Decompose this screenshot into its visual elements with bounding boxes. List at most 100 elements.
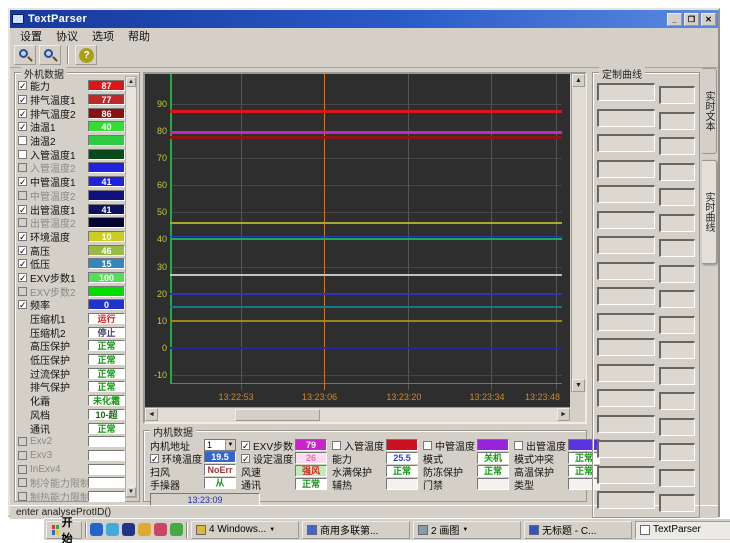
tab-realtime-curve[interactable]: 实时曲线 <box>702 160 717 264</box>
curve-value-field[interactable] <box>659 137 695 155</box>
quick-launch-3-icon[interactable] <box>122 523 135 536</box>
curve-value-field[interactable] <box>659 367 695 385</box>
scroll-down-icon[interactable]: ▼ <box>126 487 136 497</box>
curve-name-field[interactable] <box>597 415 655 433</box>
scroll-up-icon[interactable]: ▲ <box>126 77 136 87</box>
curve-name-field[interactable] <box>597 236 655 254</box>
checkbox[interactable] <box>18 191 27 200</box>
curve-value-field[interactable] <box>659 341 695 359</box>
curve-name-field[interactable] <box>597 287 655 305</box>
checkbox[interactable] <box>18 287 27 296</box>
chevron-down-icon[interactable]: ▼ <box>269 527 275 533</box>
curve-name-field[interactable] <box>597 466 655 484</box>
curve-name-field[interactable] <box>597 83 655 101</box>
curve-name-field[interactable] <box>597 338 655 356</box>
curve-name-field[interactable] <box>597 364 655 382</box>
curve-value-field[interactable] <box>659 239 695 257</box>
checkbox[interactable]: ✓ <box>18 177 27 186</box>
taskbar-button-5[interactable]: TextParser <box>635 521 730 539</box>
checkbox[interactable] <box>18 478 27 487</box>
zoom-out-button[interactable] <box>39 45 61 65</box>
curve-value-field[interactable] <box>659 86 695 104</box>
curve-value-field[interactable] <box>659 418 695 436</box>
start-button[interactable]: 开始 <box>46 521 82 539</box>
curve-value-field[interactable] <box>659 112 695 130</box>
curve-name-field[interactable] <box>597 262 655 280</box>
chart-horizontal-scrollbar[interactable]: ◄ ► <box>145 407 570 422</box>
curve-name-field[interactable] <box>597 389 655 407</box>
scroll-up-icon[interactable]: ▲ <box>572 74 585 87</box>
curve-value-field[interactable] <box>659 214 695 232</box>
checkbox[interactable]: ✓ <box>18 122 27 131</box>
curve-value-field[interactable] <box>659 188 695 206</box>
chart-vertical-scrollbar[interactable]: ▲ ▼ <box>571 74 586 392</box>
checkbox[interactable]: ✓ <box>150 454 159 463</box>
checkbox[interactable] <box>514 441 523 450</box>
menu-item-1[interactable]: 设置 <box>14 28 48 44</box>
chart-area[interactable]: 9080706050403020100-10 13:22:5313:23:061… <box>145 74 570 407</box>
menu-item-3[interactable]: 选项 <box>86 28 120 44</box>
sidebar-scrollbar[interactable]: ▲ ▼ <box>125 76 137 498</box>
checkbox[interactable] <box>332 441 341 450</box>
restore-button[interactable]: ❐ <box>684 13 699 26</box>
title-bar[interactable]: TextParser _ ❐ ✕ <box>10 10 718 28</box>
scroll-down-icon[interactable]: ▼ <box>572 379 585 392</box>
scrollbar-thumb[interactable] <box>235 409 320 421</box>
checkbox[interactable]: ✓ <box>18 273 27 282</box>
time-cursor-line[interactable] <box>324 74 325 390</box>
curve-name-field[interactable] <box>597 491 655 509</box>
curve-name-field[interactable] <box>597 160 655 178</box>
taskbar-button-2[interactable]: 商用多联第... <box>302 521 410 539</box>
curve-value-field[interactable] <box>659 265 695 283</box>
curve-name-field[interactable] <box>597 211 655 229</box>
quick-launch-1-icon[interactable] <box>90 523 103 536</box>
taskbar-button-1[interactable]: 4 Windows...▼ <box>191 521 299 539</box>
checkbox[interactable]: ✓ <box>18 205 27 214</box>
checkbox[interactable] <box>423 441 432 450</box>
curve-name-field[interactable] <box>597 109 655 127</box>
quick-launch-5-icon[interactable] <box>154 523 167 536</box>
chevron-down-icon[interactable]: ▼ <box>225 440 235 450</box>
checkbox[interactable] <box>18 451 27 460</box>
checkbox[interactable]: ✓ <box>18 232 27 241</box>
checkbox[interactable]: ✓ <box>18 95 27 104</box>
curve-name-field[interactable] <box>597 185 655 203</box>
chart-plot[interactable] <box>170 74 562 390</box>
zoom-in-button[interactable] <box>14 45 36 65</box>
checkbox[interactable] <box>18 218 27 227</box>
menu-item-4[interactable]: 帮助 <box>122 28 156 44</box>
checkbox[interactable]: ✓ <box>241 441 250 450</box>
taskbar-button-3[interactable]: 2 画图▼ <box>413 521 521 539</box>
checkbox[interactable] <box>18 465 27 474</box>
curve-value-field[interactable] <box>659 392 695 410</box>
checkbox[interactable] <box>18 437 27 446</box>
curve-value-field[interactable] <box>659 163 695 181</box>
checkbox[interactable] <box>18 150 27 159</box>
curve-name-field[interactable] <box>597 313 655 331</box>
checkbox[interactable] <box>18 492 27 501</box>
quick-launch-6-icon[interactable] <box>170 523 183 536</box>
close-button[interactable]: ✕ <box>701 13 716 26</box>
curve-value-field[interactable] <box>659 290 695 308</box>
curve-value-field[interactable] <box>659 494 695 512</box>
chevron-down-icon[interactable]: ▼ <box>462 527 468 533</box>
checkbox[interactable]: ✓ <box>18 81 27 90</box>
curve-value-field[interactable] <box>659 469 695 487</box>
scroll-left-icon[interactable]: ◄ <box>145 408 158 421</box>
checkbox[interactable]: ✓ <box>241 454 250 463</box>
help-button[interactable]: ? <box>75 45 97 65</box>
checkbox[interactable] <box>18 136 27 145</box>
curve-name-field[interactable] <box>597 134 655 152</box>
checkbox[interactable]: ✓ <box>18 246 27 255</box>
curve-value-field[interactable] <box>659 443 695 461</box>
menu-item-2[interactable]: 协议 <box>50 28 84 44</box>
quick-launch-4-icon[interactable] <box>138 523 151 536</box>
tab-realtime-text[interactable]: 实时文本 <box>702 68 717 154</box>
checkbox[interactable]: ✓ <box>18 109 27 118</box>
minimize-button[interactable]: _ <box>667 13 682 26</box>
curve-name-field[interactable] <box>597 440 655 458</box>
checkbox[interactable]: ✓ <box>18 300 27 309</box>
scroll-right-icon[interactable]: ► <box>557 408 570 421</box>
indoor-address-dropdown[interactable]: 1▼ <box>204 439 236 451</box>
curve-value-field[interactable] <box>659 316 695 334</box>
